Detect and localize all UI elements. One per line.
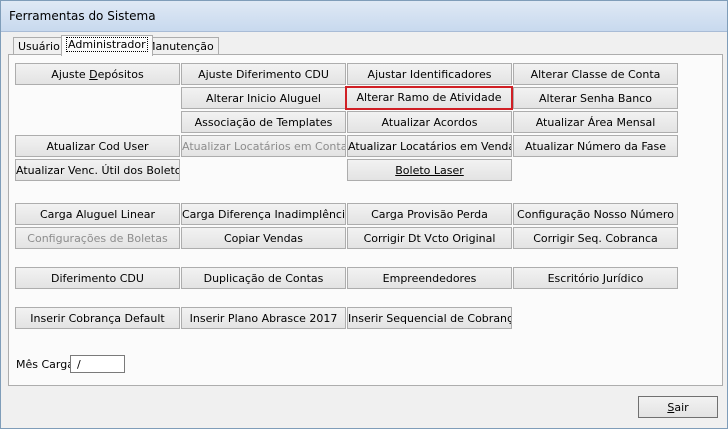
inserir-plano-abrasce-button[interactable]: Inserir Plano Abrasce 2017 xyxy=(181,307,346,329)
atualizar-venc-util-button[interactable]: Atualizar Venc. Útil dos Boletos xyxy=(15,159,180,181)
alterar-ramo-atividade-button[interactable]: Alterar Ramo de Atividade xyxy=(345,86,513,110)
ajuste-diferimento-cdu-button[interactable]: Ajuste Diferimento CDU xyxy=(181,63,346,85)
corrigir-dt-vcto-button[interactable]: Corrigir Dt Vcto Original xyxy=(347,227,512,249)
atualizar-locatarios-contas-button[interactable]: Atualizar Locatários em Contas xyxy=(181,135,346,157)
inserir-cobranca-default-button[interactable]: Inserir Cobrança Default xyxy=(15,307,180,329)
alterar-senha-banco-button[interactable]: Alterar Senha Banco xyxy=(513,87,678,109)
tab-manutencao[interactable]: Manutenção xyxy=(141,37,219,55)
ajuste-depositos-button[interactable]: Ajuste Depósitos xyxy=(15,63,180,85)
title-bar: Ferramentas do Sistema xyxy=(1,1,727,32)
window-title: Ferramentas do Sistema xyxy=(9,9,156,23)
tab-usuario-label: Usuário xyxy=(18,40,60,53)
alterar-classe-conta-button[interactable]: Alterar Classe de Conta xyxy=(513,63,678,85)
corrigir-seq-cobranca-button[interactable]: Corrigir Seq. Cobranca xyxy=(513,227,678,249)
mes-carga-label: Mês Carga xyxy=(16,358,74,371)
ajustar-identificadores-button[interactable]: Ajustar Identificadores xyxy=(347,63,512,85)
duplicacao-contas-button[interactable]: Duplicação de Contas xyxy=(181,267,346,289)
boleto-laser-label: Boleto Laser xyxy=(395,164,464,177)
copiar-vendas-button[interactable]: Copiar Vendas xyxy=(181,227,346,249)
tab-usuario[interactable]: Usuário xyxy=(13,37,65,55)
ajuste-depositos-accelerator: D xyxy=(89,68,98,81)
ajuste-depositos-label-pre: Ajuste xyxy=(51,68,90,81)
escritorio-juridico-button[interactable]: Escritório Jurídico xyxy=(513,267,678,289)
sair-label: air xyxy=(674,401,689,414)
mes-carga-input[interactable]: / xyxy=(70,355,125,373)
configuracoes-boletas-button[interactable]: Configurações de Boletas xyxy=(15,227,180,249)
atualizar-area-mensal-button[interactable]: Atualizar Área Mensal xyxy=(513,111,678,133)
ajuste-depositos-label-post: epósitos xyxy=(97,68,144,81)
carga-aluguel-linear-button[interactable]: Carga Aluguel Linear xyxy=(15,203,180,225)
atualizar-cod-user-button[interactable]: Atualizar Cod User xyxy=(15,135,180,157)
alterar-inicio-aluguel-button[interactable]: Alterar Inicio Aluguel xyxy=(181,87,346,109)
carga-diferenca-inadimplencia-button[interactable]: Carga Diferença Inadimplência xyxy=(181,203,346,225)
tab-manutencao-label: Manutenção xyxy=(146,40,214,53)
diferimento-cdu-button[interactable]: Diferimento CDU xyxy=(15,267,180,289)
atualizar-locatarios-vendas-button[interactable]: Atualizar Locatários em Vendas xyxy=(347,135,512,157)
tab-administrador[interactable]: Administrador xyxy=(61,35,153,56)
tab-administrador-label: Administrador xyxy=(66,37,148,52)
empreendedores-button[interactable]: Empreendedores xyxy=(347,267,512,289)
tools-window: Ferramentas do Sistema Usuário Administr… xyxy=(0,0,728,429)
boleto-laser-button[interactable]: Boleto Laser xyxy=(347,159,512,181)
inserir-sequencial-cobranca-button[interactable]: Inserir Sequencial de Cobrança xyxy=(347,307,512,329)
carga-provisao-perda-button[interactable]: Carga Provisão Perda xyxy=(347,203,512,225)
configuracao-nosso-numero-button[interactable]: Configuração Nosso Número xyxy=(513,203,678,225)
associacao-templates-button[interactable]: Associação de Templates xyxy=(181,111,346,133)
atualizar-acordos-button[interactable]: Atualizar Acordos xyxy=(347,111,512,133)
sair-button[interactable]: Sair xyxy=(638,396,718,418)
atualizar-numero-fase-button[interactable]: Atualizar Número da Fase xyxy=(513,135,678,157)
